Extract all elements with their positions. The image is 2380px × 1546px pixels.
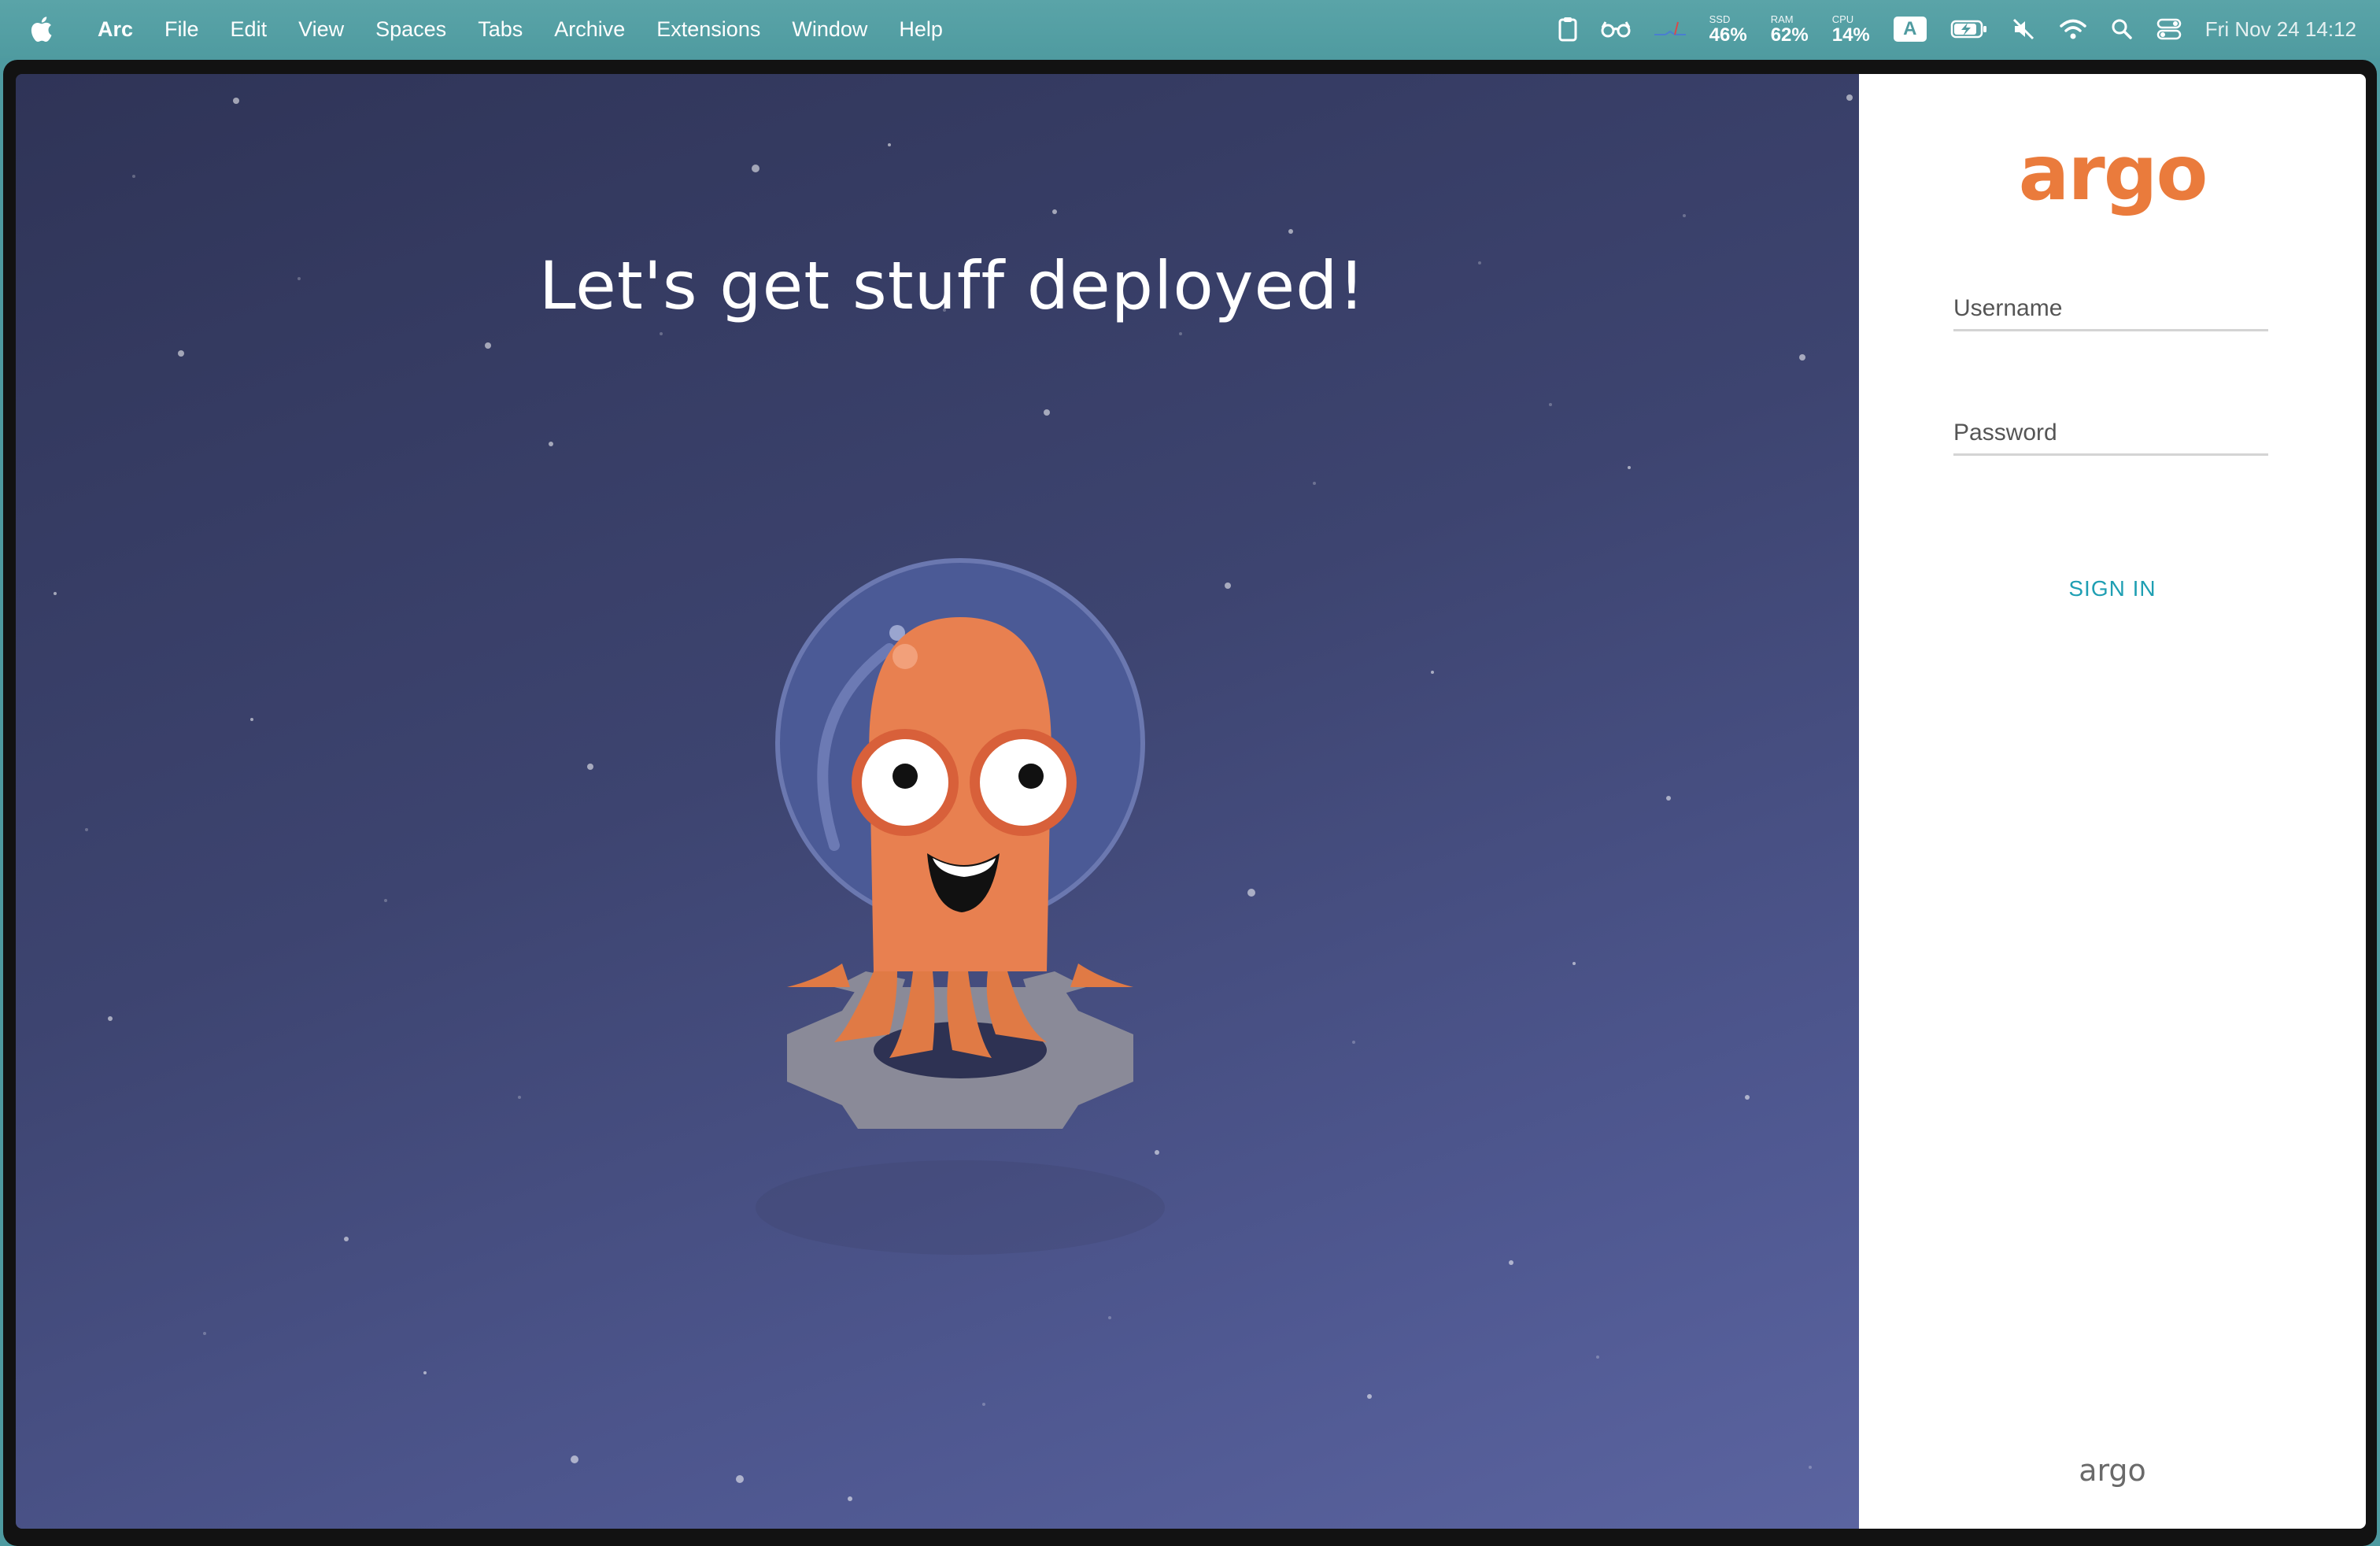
cpu-label: CPU (1831, 13, 1854, 25)
menubar-clock[interactable]: Fri Nov 24 14:12 (2205, 17, 2356, 42)
argo-octopus-mascot (756, 558, 1165, 1255)
menubar: Arc File Edit View Spaces Tabs Archive E… (0, 0, 2380, 58)
ram-stat[interactable]: RAM 62% (1771, 14, 1809, 45)
menu-window[interactable]: Window (776, 0, 883, 58)
login-panel: argo SIGN IN argo (1859, 74, 2366, 1529)
input-source-indicator[interactable]: A (1893, 17, 1927, 42)
ssd-stat[interactable]: SSD 46% (1709, 14, 1747, 45)
apple-menu-icon[interactable] (0, 16, 82, 43)
username-field[interactable] (1953, 288, 2268, 331)
cpu-value: 14% (1831, 24, 1870, 46)
password-field[interactable] (1953, 412, 2268, 456)
browser-window: Let's get stuff deployed! argo Username … (3, 60, 2377, 1546)
hero-title: Let's get stuff deployed! (538, 247, 1366, 324)
battery-icon[interactable] (1950, 19, 1988, 39)
cpu-stat[interactable]: CPU 14% (1832, 14, 1870, 45)
wifi-icon[interactable] (2059, 18, 2087, 40)
menu-tabs[interactable]: Tabs (462, 0, 538, 58)
ram-label: RAM (1770, 13, 1794, 25)
search-icon[interactable] (2111, 18, 2133, 40)
argo-footer-logo: argo (2079, 1453, 2146, 1488)
menu-edit[interactable]: Edit (215, 0, 283, 58)
page-content: Let's get stuff deployed! argo Username … (16, 74, 2366, 1529)
menu-spaces[interactable]: Spaces (360, 0, 462, 58)
sign-in-button[interactable]: SIGN IN (2034, 565, 2191, 612)
mute-icon[interactable] (2012, 17, 2035, 41)
ssd-label: SSD (1709, 13, 1731, 25)
hero-panel: Let's get stuff deployed! (16, 74, 1859, 1529)
clipboard-icon[interactable] (1558, 17, 1577, 42)
menu-file[interactable]: File (149, 0, 215, 58)
menu-archive[interactable]: Archive (538, 0, 641, 58)
menu-extensions[interactable]: Extensions (641, 0, 776, 58)
menu-help[interactable]: Help (883, 0, 959, 58)
glasses-icon[interactable] (1601, 20, 1631, 39)
menu-view[interactable]: View (283, 0, 360, 58)
control-center-icon[interactable] (2156, 18, 2182, 40)
argo-logo: argo (2018, 129, 2208, 217)
menu-app-name[interactable]: Arc (82, 0, 149, 58)
network-graph-icon[interactable] (1654, 17, 1686, 41)
ssd-value: 46% (1709, 24, 1747, 46)
ram-value: 62% (1770, 24, 1809, 46)
